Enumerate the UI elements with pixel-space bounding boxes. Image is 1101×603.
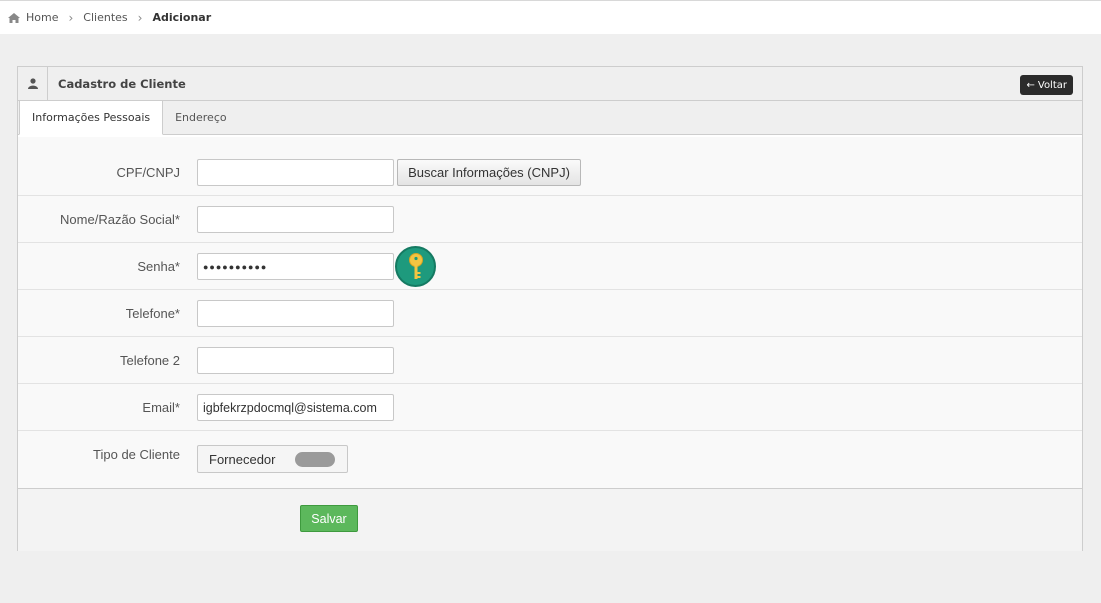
voltar-button[interactable]: ← Voltar [1020, 75, 1073, 95]
form-footer: Salvar [18, 489, 1082, 551]
telefone-label: Telefone* [125, 306, 180, 321]
key-icon [408, 252, 423, 279]
home-icon [8, 12, 20, 23]
breadcrumb-current: Adicionar [152, 11, 212, 24]
tipo-cliente-label: Tipo de Cliente [93, 447, 180, 462]
panel-header: Cadastro de Cliente ← Voltar [18, 67, 1082, 101]
telefone2-label: Telefone 2 [120, 353, 180, 368]
arrow-left-icon: ← [1026, 79, 1035, 91]
senha-input[interactable]: ●●●●●●●●●● [197, 253, 394, 280]
form-row-telefone2: Telefone 2 [18, 337, 1082, 384]
tipo-cliente-option: Fornecedor [197, 445, 348, 473]
email-input[interactable]: igbfekrzpdocmql@sistema.com [197, 394, 394, 421]
breadcrumb: Home › Clientes › Adicionar [0, 0, 1101, 34]
generate-password-button[interactable] [395, 246, 436, 287]
form-row-telefone: Telefone* [18, 290, 1082, 337]
cpf-input[interactable] [197, 159, 394, 186]
salvar-button[interactable]: Salvar [300, 505, 358, 532]
telefone-input[interactable] [197, 300, 394, 327]
form-row-email: Email* igbfekrzpdocmql@sistema.com [18, 384, 1082, 431]
cpf-label: CPF/CNPJ [116, 165, 180, 180]
breadcrumb-home[interactable]: Home [8, 11, 58, 24]
nome-label: Nome/Razão Social* [60, 212, 180, 227]
form-row-cpf: CPF/CNPJ Buscar Informações (CNPJ) [18, 149, 1082, 196]
buscar-cnpj-button[interactable]: Buscar Informações (CNPJ) [397, 159, 581, 186]
form-row-senha: Senha* ●●●●●●●●●● [18, 243, 1082, 290]
cadastro-cliente-panel: Cadastro de Cliente ← Voltar Informações… [17, 66, 1083, 551]
user-icon [18, 67, 48, 100]
voltar-label: Voltar [1037, 79, 1067, 91]
senha-label: Senha* [137, 259, 180, 274]
form-row-tipo-cliente: Tipo de Cliente Fornecedor [18, 431, 1082, 483]
breadcrumb-home-label: Home [26, 11, 59, 24]
nome-input[interactable] [197, 206, 394, 233]
email-label: Email* [142, 400, 180, 415]
fornecedor-label: Fornecedor [209, 451, 276, 467]
tab-informacoes-pessoais[interactable]: Informações Pessoais [19, 100, 164, 135]
fornecedor-toggle[interactable] [295, 451, 336, 467]
panel-title: Cadastro de Cliente [58, 76, 186, 91]
tab-endereco[interactable]: Endereço [163, 100, 239, 134]
form-row-nome: Nome/Razão Social* [18, 196, 1082, 243]
tab-bar: Informações Pessoais Endereço [18, 100, 1082, 135]
breadcrumb-clientes[interactable]: Clientes [83, 11, 127, 24]
form-body: CPF/CNPJ Buscar Informações (CNPJ) Nome/… [18, 137, 1082, 489]
chevron-right-icon: › [68, 10, 74, 25]
chevron-right-icon: › [137, 10, 143, 25]
telefone2-input[interactable] [197, 347, 394, 374]
